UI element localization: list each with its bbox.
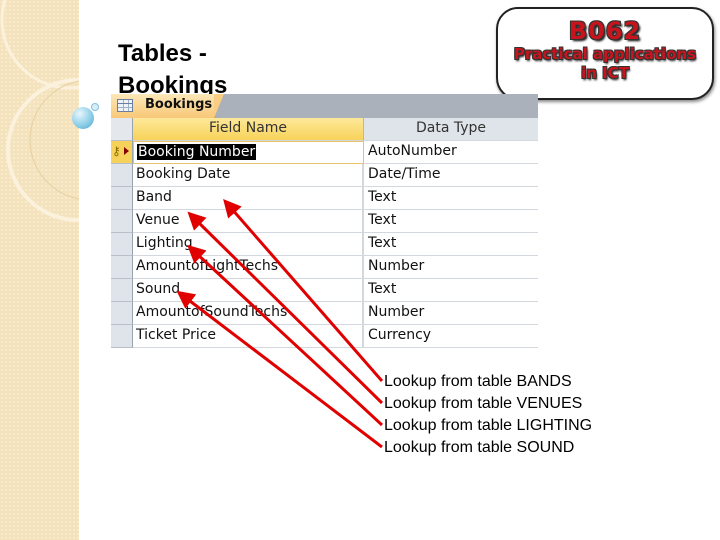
select-all-corner[interactable] <box>111 118 133 141</box>
field-name-text: Booking Number <box>137 144 257 160</box>
field-name-text: Booking Date <box>136 166 231 182</box>
data-type-cell[interactable]: Text <box>364 233 538 256</box>
field-name-cell[interactable]: Booking Date <box>133 164 364 187</box>
row-selector[interactable] <box>111 233 133 256</box>
decorative-bubble-icon <box>72 107 94 129</box>
slide-title: Tables - Bookings <box>118 40 228 99</box>
table-design-view: Bookings Field Name Data Type ⚷ Booking N… <box>111 94 538 348</box>
data-type-cell[interactable]: Text <box>364 187 538 210</box>
field-name-text: Band <box>136 189 172 205</box>
data-type-cell[interactable]: Text <box>364 279 538 302</box>
data-type-cell[interactable]: AutoNumber <box>364 141 538 164</box>
table-row[interactable]: ⚷ Booking Number AutoNumber <box>111 141 538 164</box>
row-selector[interactable] <box>111 302 133 325</box>
row-selector[interactable] <box>111 164 133 187</box>
row-selector[interactable] <box>111 187 133 210</box>
table-row[interactable]: Booking Date Date/Time <box>111 164 538 187</box>
table-row[interactable]: Lighting Text <box>111 233 538 256</box>
data-type-cell[interactable]: Date/Time <box>364 164 538 187</box>
field-name-text: AmountofLightTechs <box>136 258 279 274</box>
sidebar-swirl-decoration <box>0 0 79 222</box>
tab-label: Bookings <box>145 97 213 112</box>
table-row[interactable]: Ticket Price Currency <box>111 325 538 348</box>
table-row[interactable]: Sound Text <box>111 279 538 302</box>
tab-bookings[interactable]: Bookings <box>111 94 224 118</box>
badge-line-2: in ICT <box>581 64 629 82</box>
badge-code: B062 <box>568 17 642 45</box>
header-data-type[interactable]: Data Type <box>364 118 538 141</box>
decorative-small-bubble-icon <box>91 103 99 111</box>
field-name-cell[interactable]: Ticket Price <box>133 325 364 348</box>
table-row[interactable]: AmountofSoundTechs Number <box>111 302 538 325</box>
row-selector[interactable] <box>111 210 133 233</box>
table-row[interactable]: Band Text <box>111 187 538 210</box>
field-name-cell[interactable]: AmountofSoundTechs <box>133 302 364 325</box>
badge-line-1: Practical applications <box>513 45 697 63</box>
grid-header-row: Field Name Data Type <box>111 118 538 141</box>
primary-key-icon: ⚷ <box>112 144 121 158</box>
lookup-note: Lookup from table BANDS <box>384 373 572 390</box>
row-selector[interactable] <box>111 325 133 348</box>
table-row[interactable]: AmountofLightTechs Number <box>111 256 538 279</box>
data-type-cell[interactable]: Currency <box>364 325 538 348</box>
lookup-note: Lookup from table SOUND <box>384 439 575 456</box>
row-selector[interactable] <box>111 279 133 302</box>
data-type-cell[interactable]: Text <box>364 210 538 233</box>
header-field-name[interactable]: Field Name <box>133 118 364 141</box>
lookup-notes: Lookup from table BANDS Lookup from tabl… <box>384 371 592 459</box>
data-type-cell[interactable]: Number <box>364 302 538 325</box>
row-selector[interactable]: ⚷ <box>111 141 133 164</box>
field-name-cell[interactable]: Lighting <box>133 233 364 256</box>
decorative-sidebar <box>0 0 79 540</box>
field-name-cell[interactable]: Sound <box>133 279 364 302</box>
field-name-text: AmountofSoundTechs <box>136 304 288 320</box>
field-name-text: Lighting <box>136 235 193 251</box>
row-selector[interactable] <box>111 256 133 279</box>
field-name-cell[interactable]: Booking Number <box>133 141 364 164</box>
current-row-pointer-icon <box>124 147 129 155</box>
table-row[interactable]: Venue Text <box>111 210 538 233</box>
field-name-cell[interactable]: Venue <box>133 210 364 233</box>
field-name-text: Venue <box>136 212 180 228</box>
field-grid: Field Name Data Type ⚷ Booking Number Auto… <box>111 118 538 348</box>
lookup-note: Lookup from table LIGHTING <box>384 417 593 434</box>
field-name-cell[interactable]: AmountofLightTechs <box>133 256 364 279</box>
course-badge: B062 Practical applications in ICT <box>496 7 714 100</box>
table-icon <box>117 99 133 112</box>
field-name-cell[interactable]: Band <box>133 187 364 210</box>
lookup-note: Lookup from table VENUES <box>384 395 583 412</box>
data-type-cell[interactable]: Number <box>364 256 538 279</box>
field-name-text: Sound <box>136 281 181 297</box>
document-tab-bar: Bookings <box>111 94 538 118</box>
field-name-text: Ticket Price <box>136 327 217 343</box>
